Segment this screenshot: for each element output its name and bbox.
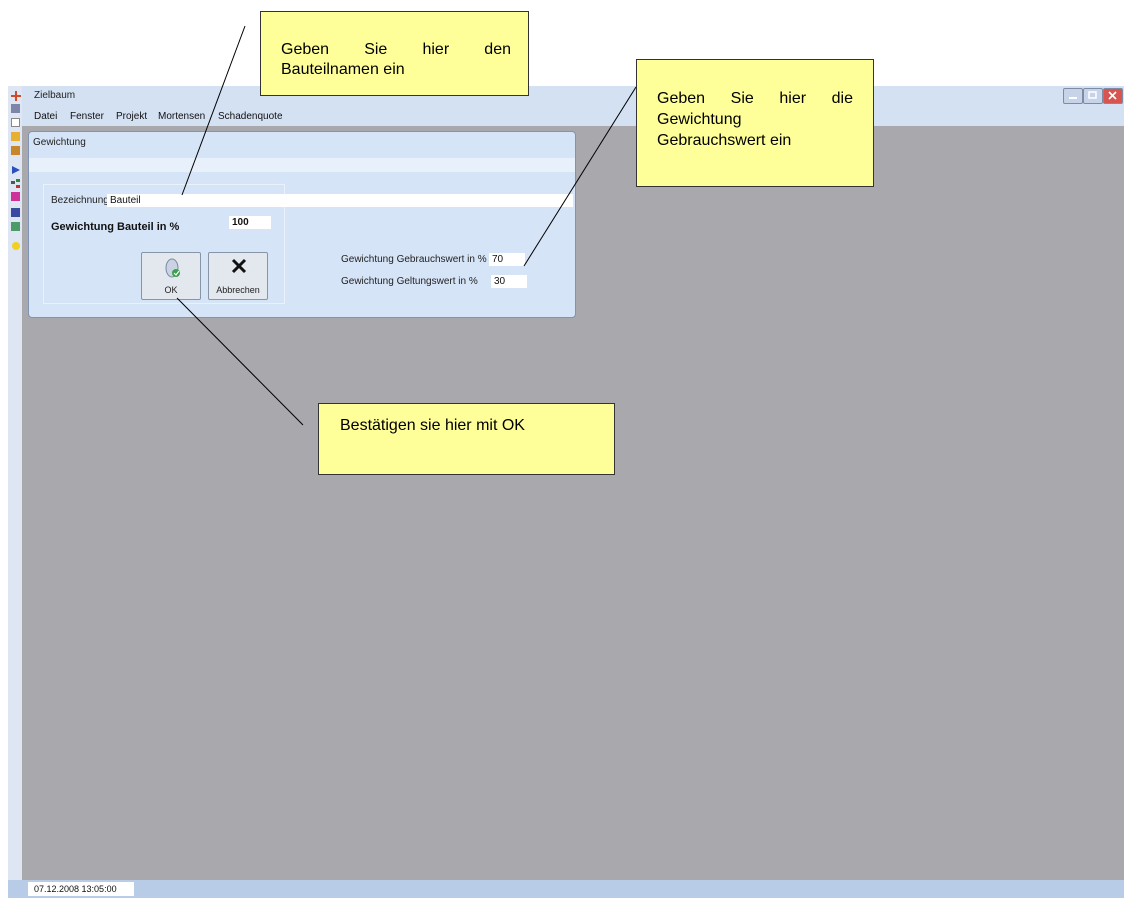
callout-bauteilname: Geben Sie hier den Bauteilnamen ein — [260, 11, 529, 96]
callout-gebrauchswert-text: Geben Sie hier die Gewichtung Gebrauchsw… — [657, 90, 853, 149]
callout-connector-ok — [176, 297, 304, 426]
callout-bauteilname-text: Geben Sie hier den Bauteilnamen ein — [281, 41, 511, 78]
callout-ok: Bestätigen sie hier mit OK — [318, 403, 615, 475]
callout-gebrauchswert: Geben Sie hier die Gewichtung Gebrauchsw… — [636, 59, 874, 187]
callout-connector-gebrauchswert — [523, 86, 637, 267]
callout-connector-bauteilname — [181, 25, 246, 196]
callout-ok-text: Bestätigen sie hier mit OK — [340, 417, 525, 434]
